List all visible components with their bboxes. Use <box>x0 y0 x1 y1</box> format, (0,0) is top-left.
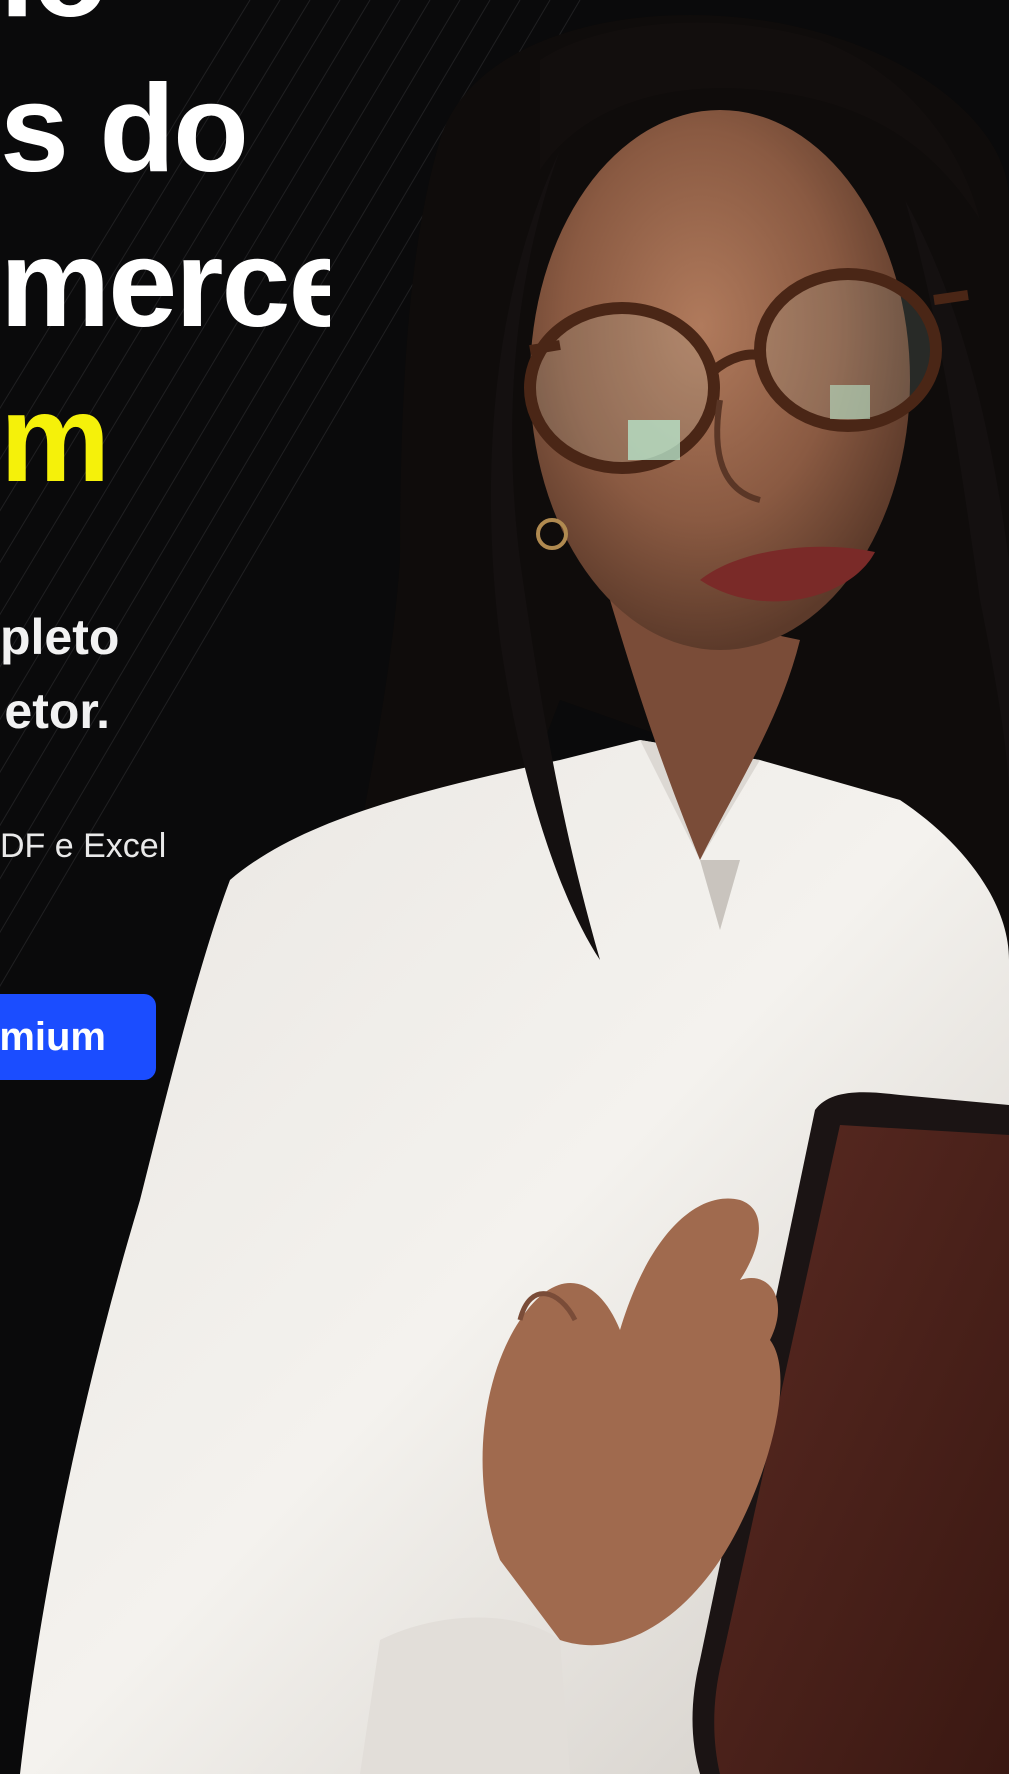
subheading-line-2: etor. <box>4 683 110 739</box>
headline-highlight-line: m <box>0 370 110 508</box>
subheading-line-1: pleto <box>0 609 120 665</box>
headline-line-3: merce <box>0 215 330 353</box>
hero-banner: io s do merce m pleto etor. DF e Excel m… <box>0 0 1009 1774</box>
headline-line-2: s do <box>0 60 249 198</box>
premium-cta-button[interactable]: mium <box>0 994 156 1080</box>
formats-text: DF e Excel <box>0 827 167 865</box>
hero-headline: io s do merce m <box>0 0 330 517</box>
hero-subheading: pleto etor. <box>0 600 120 748</box>
headline-line-1: io <box>0 0 330 52</box>
